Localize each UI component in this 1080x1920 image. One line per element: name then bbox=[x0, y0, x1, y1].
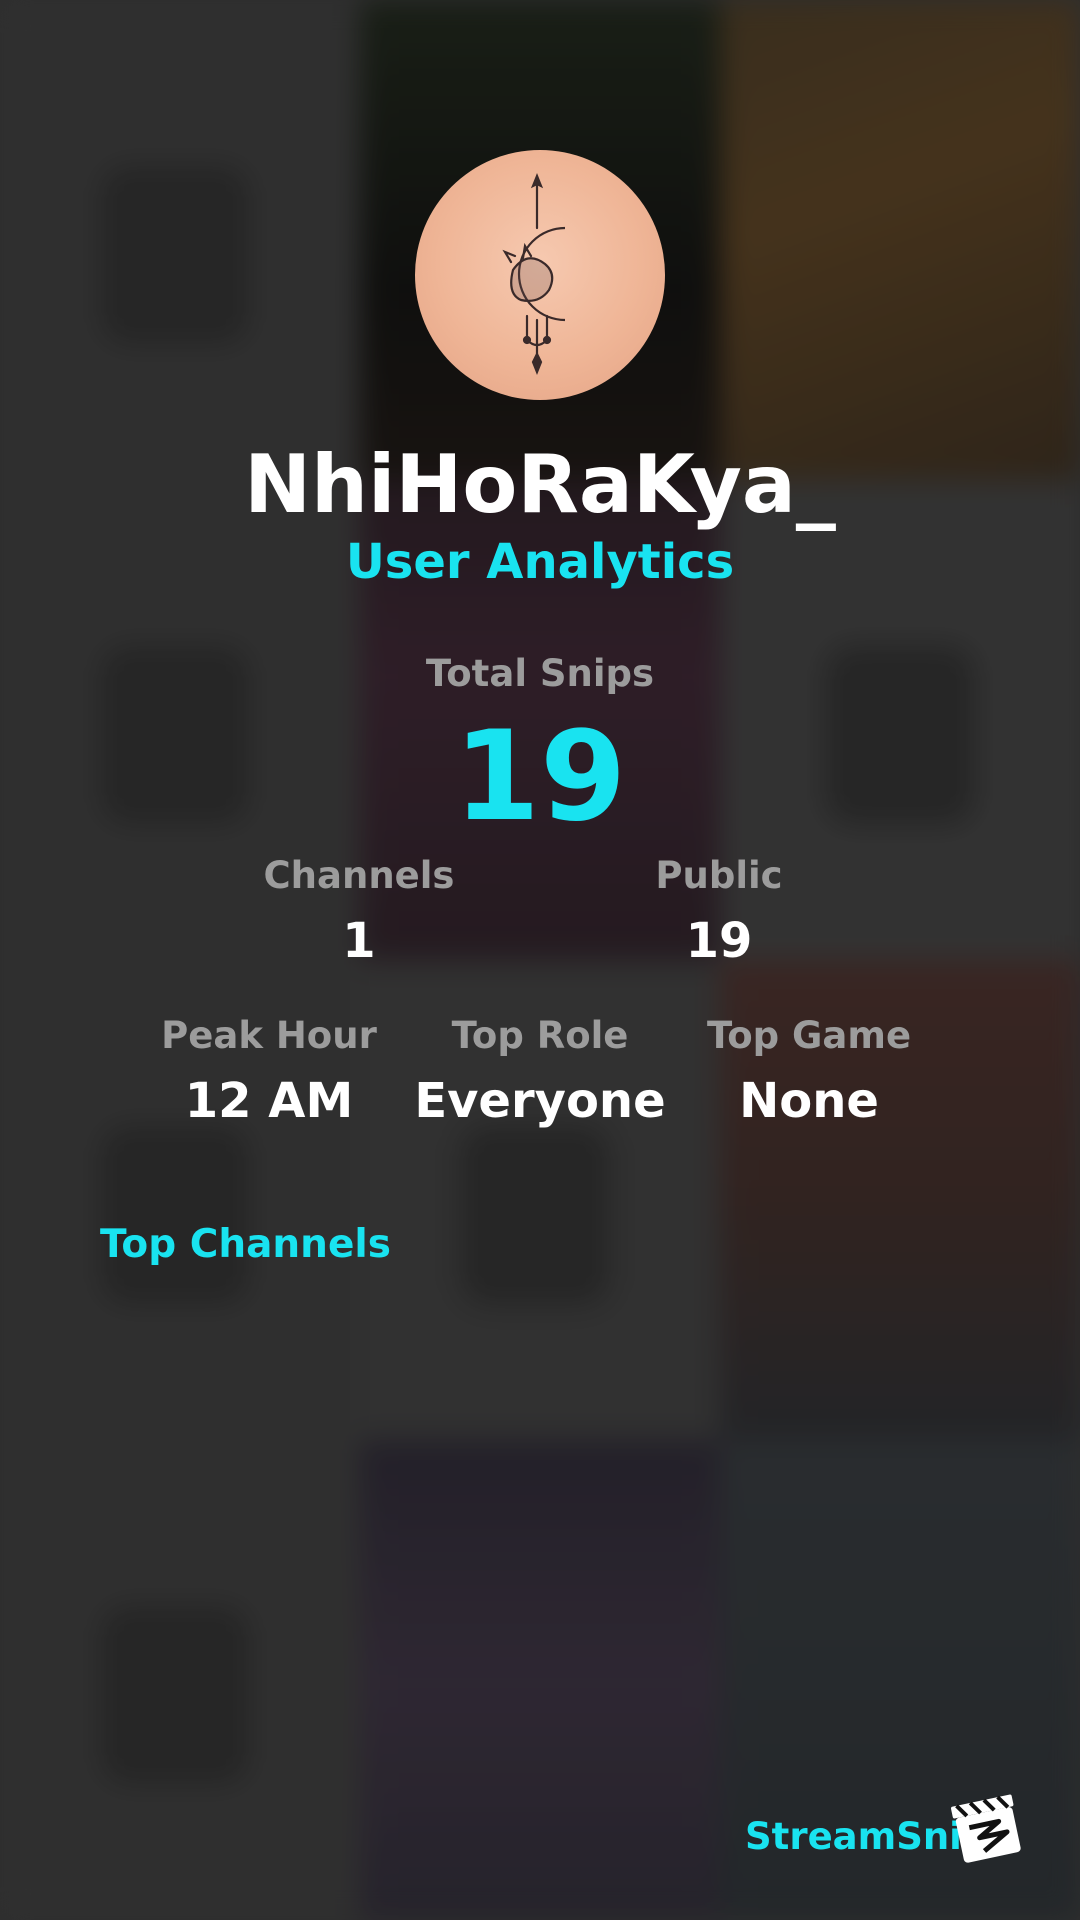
username: NhiHoRaKya_ bbox=[244, 438, 836, 531]
total-snips-value: 19 bbox=[453, 705, 627, 849]
top-role-value: Everyone bbox=[414, 1073, 666, 1129]
clapperboard-logo-icon bbox=[948, 1790, 1026, 1868]
top-role-stat: Top Role Everyone bbox=[405, 1014, 675, 1129]
public-value: 19 bbox=[685, 913, 753, 969]
moon-fox-tattoo-avatar-icon bbox=[502, 173, 566, 375]
peak-hour-value: 12 AM bbox=[184, 1073, 354, 1129]
top-game-stat: Top Game None bbox=[674, 1014, 944, 1129]
analytics-card: NhiHoRaKya_ User Analytics Total Snips 1… bbox=[0, 0, 1080, 1920]
channels-value: 1 bbox=[342, 913, 376, 969]
page-subtitle: User Analytics bbox=[345, 534, 735, 590]
channels-stat: Channels 1 bbox=[224, 854, 494, 969]
public-label: Public bbox=[655, 854, 783, 897]
channels-label: Channels bbox=[263, 854, 455, 897]
public-stat: Public 19 bbox=[584, 854, 854, 969]
top-game-label: Top Game bbox=[706, 1014, 912, 1057]
peak-hour-stat: Peak Hour 12 AM bbox=[134, 1014, 404, 1129]
top-role-label: Top Role bbox=[451, 1014, 629, 1057]
peak-hour-label: Peak Hour bbox=[161, 1014, 377, 1057]
avatar[interactable] bbox=[415, 150, 665, 400]
total-snips-label: Total Snips bbox=[425, 652, 655, 695]
top-game-value: None bbox=[739, 1073, 879, 1129]
top-channels-heading: Top Channels bbox=[100, 1222, 391, 1267]
